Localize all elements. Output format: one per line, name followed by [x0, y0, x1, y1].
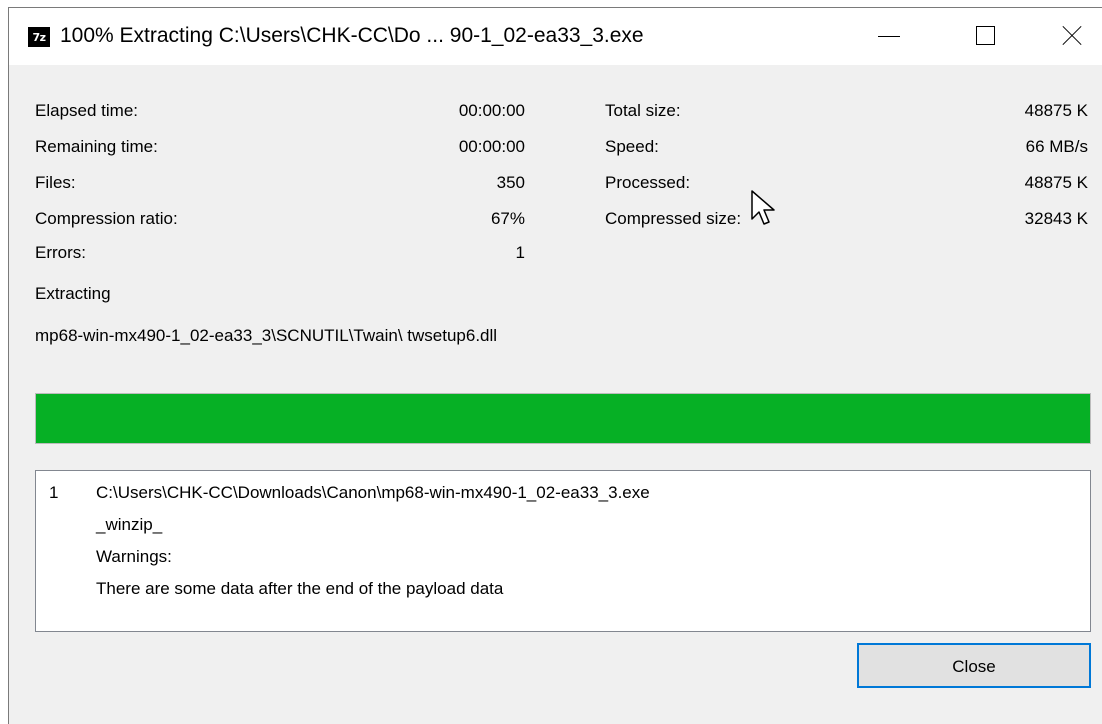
extracting-label: Extracting: [35, 284, 111, 303]
extraction-dialog: 7z 100% Extracting C:\Users\CHK-CC\Do ..…: [8, 7, 1102, 724]
window-close-button[interactable]: [1048, 8, 1094, 65]
app-7zip-icon: 7z: [28, 27, 50, 47]
errors-label: Errors:: [35, 243, 86, 262]
log-entry-number: 1: [49, 483, 59, 502]
elapsed-time-value: 00:00:00: [458, 101, 525, 120]
window-title: 100% Extracting C:\Users\CHK-CC\Do ... 9…: [60, 24, 644, 47]
errors-value: 1: [515, 243, 525, 262]
files-value: 350: [496, 173, 525, 192]
progress-fill: [36, 394, 1090, 443]
maximize-icon: [976, 26, 995, 45]
log-line: _winzip_: [96, 515, 163, 534]
title-bar[interactable]: 7z 100% Extracting C:\Users\CHK-CC\Do ..…: [9, 8, 1102, 65]
dialog-body: Elapsed time: 00:00:00 Remaining time: 0…: [9, 65, 1102, 724]
log-line: Warnings:: [96, 547, 172, 566]
current-file-path: mp68-win-mx490-1_02-ea33_3\SCNUTIL\Twain…: [35, 326, 498, 345]
compressed-size-label: Compressed size:: [605, 209, 742, 228]
minimize-icon: [878, 36, 900, 37]
processed-label: Processed:: [605, 173, 691, 192]
maximize-button[interactable]: [962, 8, 1008, 65]
mouse-cursor-icon: [751, 190, 775, 225]
minimize-button[interactable]: [866, 8, 912, 65]
processed-value: 48875 K: [1024, 173, 1088, 192]
remaining-time-label: Remaining time:: [35, 137, 158, 156]
compression-ratio-value: 67%: [490, 209, 525, 228]
total-size-label: Total size:: [605, 101, 681, 120]
progress-bar: [35, 393, 1091, 444]
files-label: Files:: [35, 173, 76, 192]
remaining-time-value: 00:00:00: [458, 137, 525, 156]
speed-label: Speed:: [605, 137, 659, 156]
compressed-size-value: 32843 K: [1024, 209, 1088, 228]
log-line: There are some data after the end of the…: [96, 579, 504, 598]
compression-ratio-label: Compression ratio:: [35, 209, 178, 228]
total-size-value: 48875 K: [1024, 101, 1088, 120]
elapsed-time-label: Elapsed time:: [35, 101, 138, 120]
close-button[interactable]: Close: [857, 643, 1091, 688]
log-line: C:\Users\CHK-CC\Downloads\Canon\mp68-win…: [96, 483, 650, 502]
speed-value: 66 MB/s: [1025, 137, 1088, 156]
message-log[interactable]: 1 C:\Users\CHK-CC\Downloads\Canon\mp68-w…: [35, 470, 1091, 632]
